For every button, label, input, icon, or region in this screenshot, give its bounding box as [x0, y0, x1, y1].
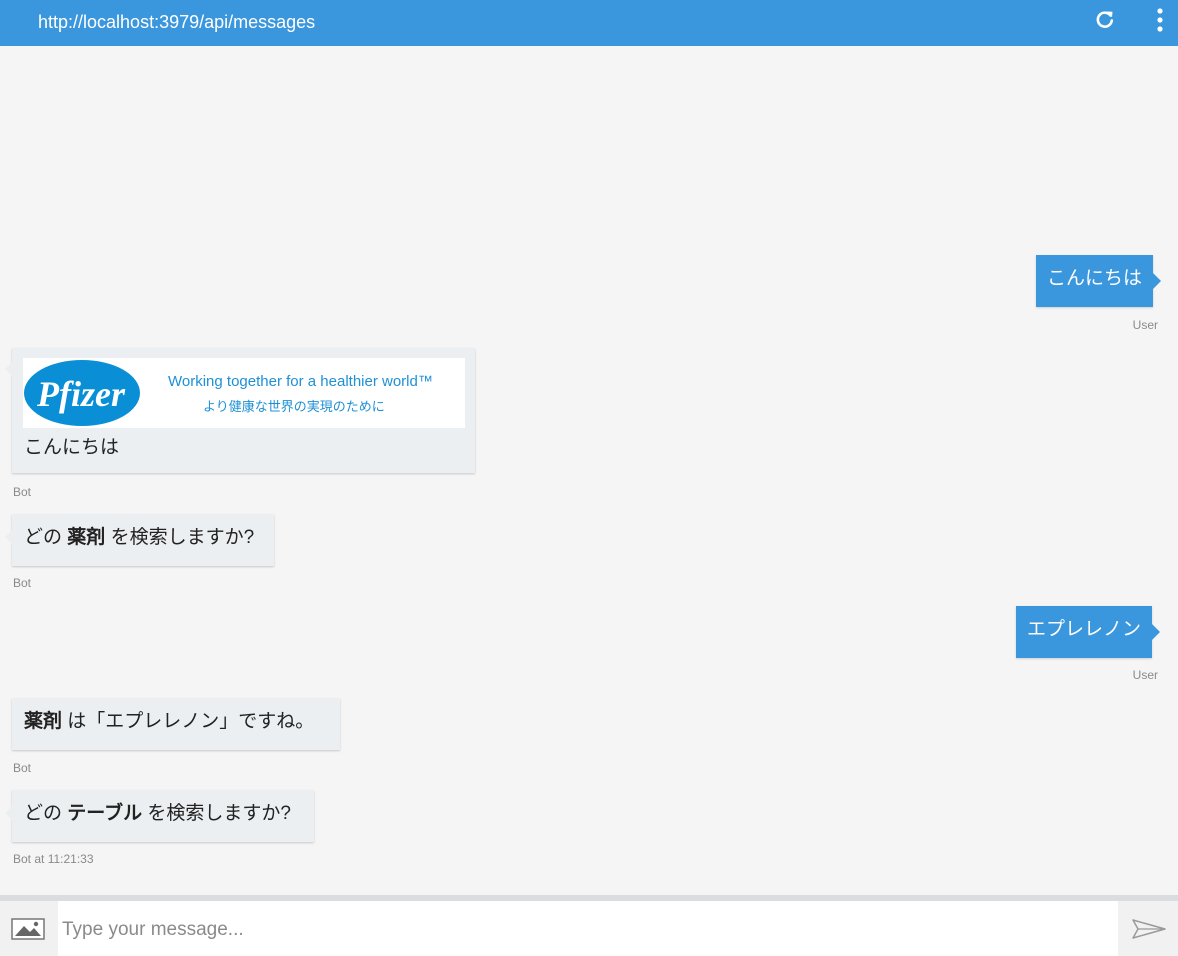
message-bold-text: 薬剤: [24, 711, 63, 732]
refresh-icon[interactable]: [1094, 8, 1116, 30]
banner-tagline-en: Working together for a healthier world™: [168, 373, 433, 390]
composer: [0, 901, 1178, 956]
message-sender: Bot: [13, 576, 32, 590]
bot-message: どの 薬剤 を検索しますか?: [5, 514, 274, 566]
message-bold-text: テーブル: [67, 803, 143, 824]
bot-message: 薬剤 は「エプレレノン」ですね。: [12, 698, 340, 750]
message-text: こんにちは: [1047, 268, 1143, 289]
svg-text:Pfizer: Pfizer: [36, 374, 126, 414]
more-vertical-icon[interactable]: [1150, 6, 1170, 36]
image-upload-icon: [11, 918, 45, 940]
pfizer-logo: Pfizer: [24, 360, 140, 426]
pfizer-banner-image: Pfizer Working together for a healthier …: [23, 358, 465, 428]
message-text: こんにちは: [24, 437, 120, 458]
endpoint-url: http://localhost:3979/api/messages: [38, 12, 316, 32]
message-sender: Bot: [13, 761, 32, 775]
bot-hero-card: Pfizer Working together for a healthier …: [5, 348, 475, 473]
message-text: どの: [24, 803, 68, 824]
message-list[interactable]: こんにちは User Pfizer Working together for a…: [0, 46, 1178, 896]
user-message: こんにちは: [1036, 255, 1162, 307]
send-icon: [1132, 919, 1166, 939]
message-sender: User: [1132, 668, 1158, 682]
message-sender: User: [1132, 318, 1158, 332]
message-text: を検索しますか?: [142, 803, 292, 824]
message-text: は「エプレレノン」ですね。: [62, 711, 315, 732]
banner-tagline-ja: より健康な世界の実現のために: [203, 399, 385, 414]
message-text: を検索しますか?: [105, 527, 255, 548]
bot-message: どの テーブル を検索しますか?: [5, 790, 314, 842]
message-bold-text: 薬剤: [67, 527, 106, 548]
message-text: エプレレノン: [1027, 619, 1142, 640]
send-button[interactable]: [1118, 901, 1178, 956]
message-timestamp: Bot at 11:21:33: [13, 852, 94, 866]
user-message: エプレレノン: [1016, 606, 1161, 658]
message-text: どの: [24, 527, 68, 548]
image-upload-button[interactable]: [0, 901, 58, 956]
message-input[interactable]: [60, 913, 1114, 947]
message-sender: Bot: [13, 485, 32, 499]
top-bar: http://localhost:3979/api/messages: [0, 0, 1178, 46]
